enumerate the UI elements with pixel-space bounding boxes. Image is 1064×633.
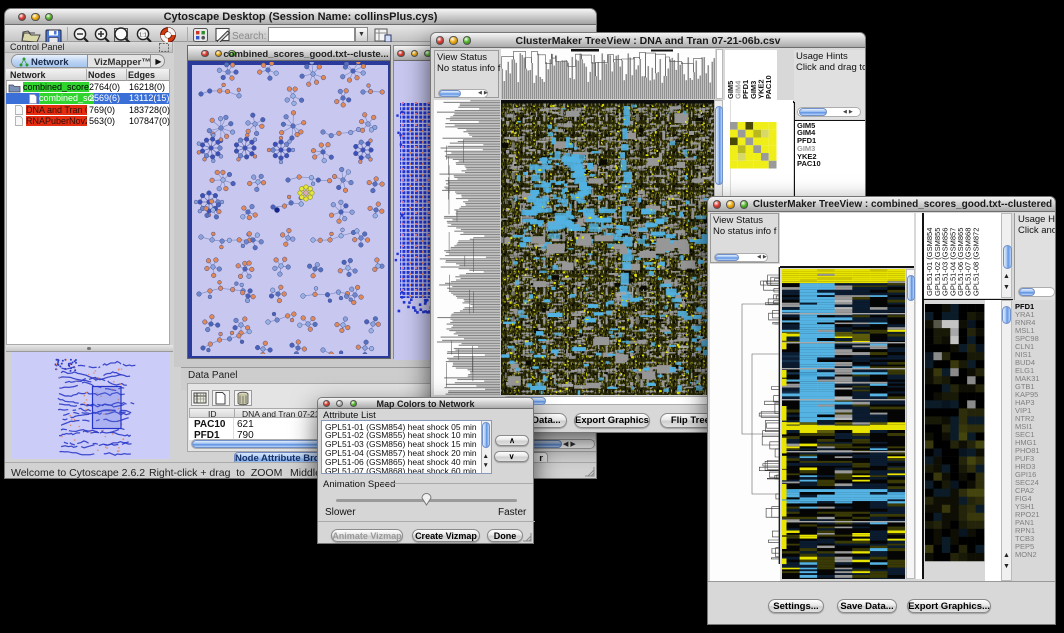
svg-text:GPL51-08 (GSM872: GPL51-08 (GSM872 xyxy=(971,228,980,296)
svg-text:1:1: 1:1 xyxy=(139,33,147,39)
svg-text:PAC10: PAC10 xyxy=(764,75,773,99)
